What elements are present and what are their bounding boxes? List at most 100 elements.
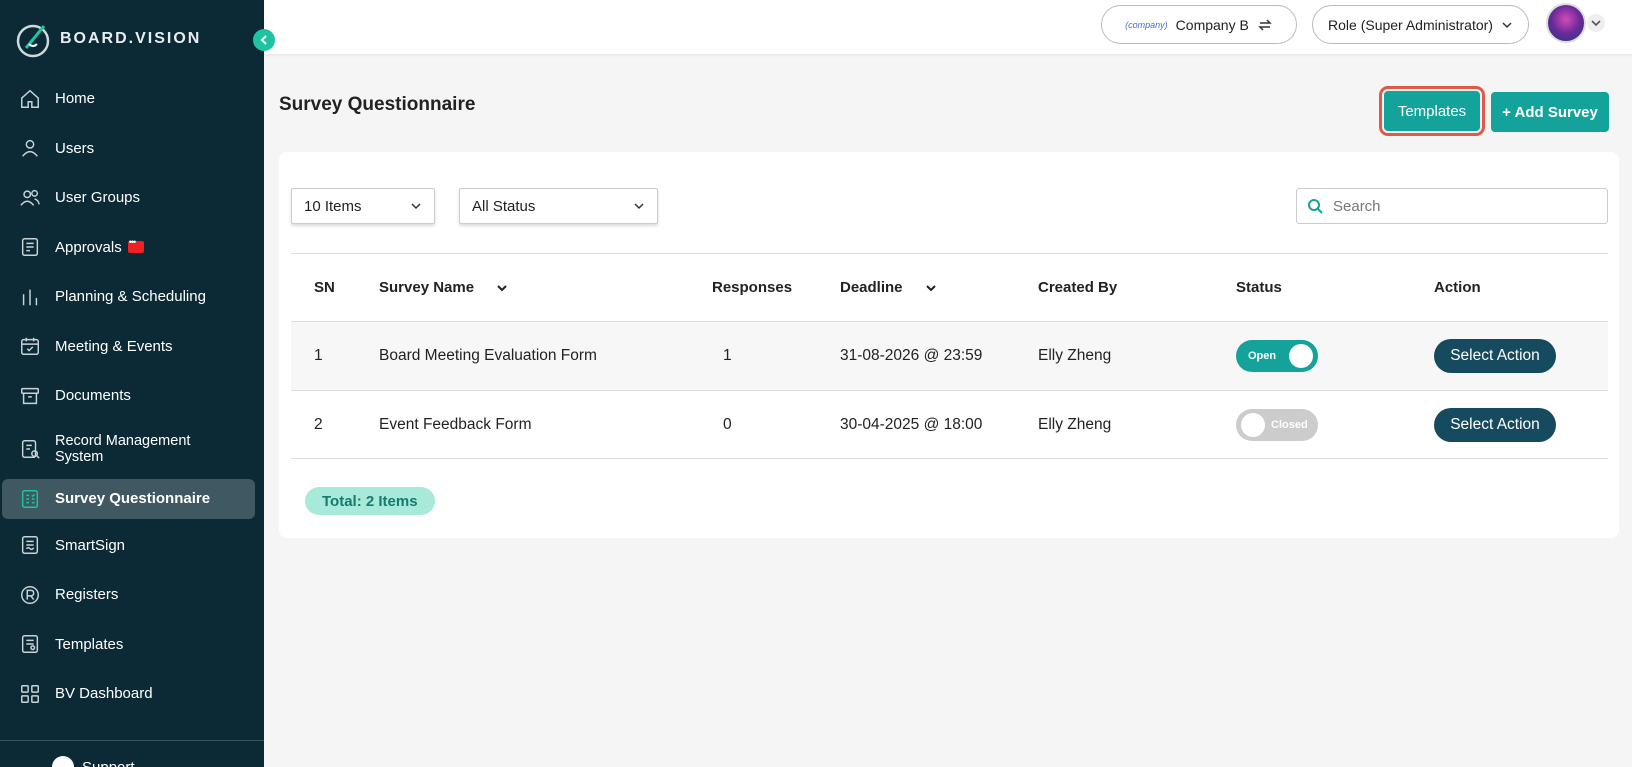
status-toggle-label: Open xyxy=(1248,350,1277,362)
select-action-button[interactable]: Select Action xyxy=(1434,407,1556,442)
row-survey-name[interactable]: Board Meeting Evaluation Form xyxy=(379,347,597,365)
sidebar-item-approvals[interactable]: Approvals xyxy=(0,223,264,273)
template-icon xyxy=(18,632,42,656)
sidebar: BOARD.VISION Home Users User Groups Appr… xyxy=(0,0,264,767)
survey-card: 10 Items All Status SN Survey Name Respo… xyxy=(279,152,1619,538)
sidebar-item-label: Users xyxy=(55,139,95,157)
support-link[interactable]: Support xyxy=(52,756,135,767)
calendar-check-icon xyxy=(18,334,42,358)
support-label: Support xyxy=(82,758,135,767)
company-switcher[interactable]: (company) Company B xyxy=(1101,5,1297,44)
sidebar-item-survey[interactable]: Survey Questionnaire xyxy=(2,478,255,519)
row-sn: 1 xyxy=(314,347,323,364)
bar-chart-icon xyxy=(18,285,42,309)
row-deadline: 30-04-2025 @ 18:00 xyxy=(840,415,983,433)
page-title: Survey Questionnaire xyxy=(279,94,476,115)
role-selector[interactable]: Role (Super Administrator) xyxy=(1312,5,1529,44)
sidebar-item-label: SmartSign xyxy=(55,536,126,554)
toggle-knob xyxy=(1241,412,1265,437)
items-per-page-select[interactable]: 10 Items xyxy=(291,188,435,224)
select-action-button[interactable]: Select Action xyxy=(1434,339,1556,373)
sidebar-item-label: Survey Questionnaire xyxy=(55,490,211,507)
users-icon xyxy=(18,186,42,210)
sidebar-item-label: Record Management System xyxy=(55,432,191,465)
notification-chat-icon xyxy=(127,237,144,254)
col-deadline-label: Deadline xyxy=(840,279,903,296)
status-toggle[interactable]: Closed xyxy=(1236,408,1318,441)
registered-icon xyxy=(18,583,42,607)
company-name: Company B xyxy=(1175,16,1249,33)
approval-icon xyxy=(18,235,42,259)
sidebar-item-label: Planning & Scheduling xyxy=(55,288,206,306)
chevron-down-icon xyxy=(411,203,421,210)
sidebar-item-registers[interactable]: Registers xyxy=(0,570,264,620)
sidebar-nav: Home Users User Groups Approvals Plannin… xyxy=(0,74,264,719)
status-toggle-label: Closed xyxy=(1271,418,1308,431)
sidebar-item-record-management[interactable]: Record Management System xyxy=(0,421,264,477)
status-filter-select[interactable]: All Status xyxy=(459,188,658,224)
row-responses: 0 xyxy=(723,415,732,433)
sidebar-item-meetings[interactable]: Meeting & Events xyxy=(0,322,264,372)
sidebar-item-users[interactable]: Users xyxy=(0,124,264,174)
brand-name: BOARD.VISION xyxy=(60,30,202,47)
profile-menu-button[interactable] xyxy=(1587,14,1605,32)
sidebar-item-documents[interactable]: Documents xyxy=(0,371,264,421)
sidebar-item-label: Home xyxy=(55,90,96,108)
chevron-down-icon xyxy=(1591,20,1601,27)
record-search-icon xyxy=(18,437,42,461)
sidebar-item-templates[interactable]: Templates xyxy=(0,620,264,670)
sign-icon xyxy=(18,533,42,557)
status-toggle[interactable]: Open xyxy=(1236,340,1318,372)
items-per-page-value: 10 Items xyxy=(304,197,362,215)
table-row: 1 Board Meeting Evaluation Form 1 31-08-… xyxy=(291,321,1608,390)
chevron-left-icon xyxy=(260,35,267,45)
sidebar-item-label: Templates xyxy=(55,635,124,653)
add-survey-button[interactable]: + Add Survey xyxy=(1491,92,1609,132)
toggle-knob xyxy=(1289,344,1313,368)
search-icon xyxy=(1308,199,1323,214)
templates-button[interactable]: Templates xyxy=(1379,86,1485,136)
row-status: Closed xyxy=(1236,408,1318,441)
status-filter-value: All Status xyxy=(472,197,536,215)
board-vision-logo-icon xyxy=(16,24,50,58)
sort-chevron-icon[interactable] xyxy=(925,282,937,294)
row-survey-name[interactable]: Event Feedback Form xyxy=(379,416,531,434)
sidebar-item-planning[interactable]: Planning & Scheduling xyxy=(0,272,264,322)
sort-chevron-icon[interactable] xyxy=(496,282,508,294)
sidebar-item-user-groups[interactable]: User Groups xyxy=(0,173,264,223)
archive-icon xyxy=(18,384,42,408)
col-deadline[interactable]: Deadline xyxy=(840,279,937,296)
col-status: Status xyxy=(1236,279,1282,296)
col-sn: SN xyxy=(314,279,335,296)
row-status: Open xyxy=(1236,340,1318,372)
sidebar-item-smartsign[interactable]: SmartSign xyxy=(0,521,264,571)
search-input[interactable] xyxy=(1333,197,1593,215)
total-count-badge: Total: 2 Items xyxy=(305,487,435,515)
row-sn: 2 xyxy=(314,415,323,433)
sidebar-item-label: Approvals xyxy=(55,238,122,256)
brand-logo[interactable]: BOARD.VISION xyxy=(14,20,201,58)
row-responses: 1 xyxy=(723,347,732,364)
top-bar: (company) Company B Role (Super Administ… xyxy=(264,0,1632,54)
company-logo: (company) xyxy=(1125,19,1168,30)
col-survey-name-label: Survey Name xyxy=(379,279,475,296)
support-icon xyxy=(52,756,74,767)
grid-icon xyxy=(18,682,42,706)
search-box xyxy=(1296,188,1608,224)
sidebar-item-bv-dashboard[interactable]: BV Dashboard xyxy=(0,669,264,719)
home-icon xyxy=(18,87,42,111)
table-header: SN Survey Name Responses Deadline Create… xyxy=(291,253,1608,321)
switch-icon xyxy=(1258,18,1272,31)
user-icon xyxy=(18,136,42,160)
col-survey-name[interactable]: Survey Name xyxy=(379,279,508,296)
avatar[interactable] xyxy=(1546,3,1586,43)
row-action: Select Action xyxy=(1434,407,1556,442)
sidebar-item-home[interactable]: Home xyxy=(0,74,264,124)
chevron-down-icon xyxy=(634,203,644,210)
row-deadline: 31-08-2026 @ 23:59 xyxy=(840,347,983,364)
chevron-down-icon xyxy=(1502,21,1512,28)
row-action: Select Action xyxy=(1434,339,1556,373)
row-created-by: Elly Zheng xyxy=(1038,347,1112,364)
sidebar-item-label: User Groups xyxy=(55,189,141,207)
sidebar-collapse-button[interactable] xyxy=(253,29,275,51)
